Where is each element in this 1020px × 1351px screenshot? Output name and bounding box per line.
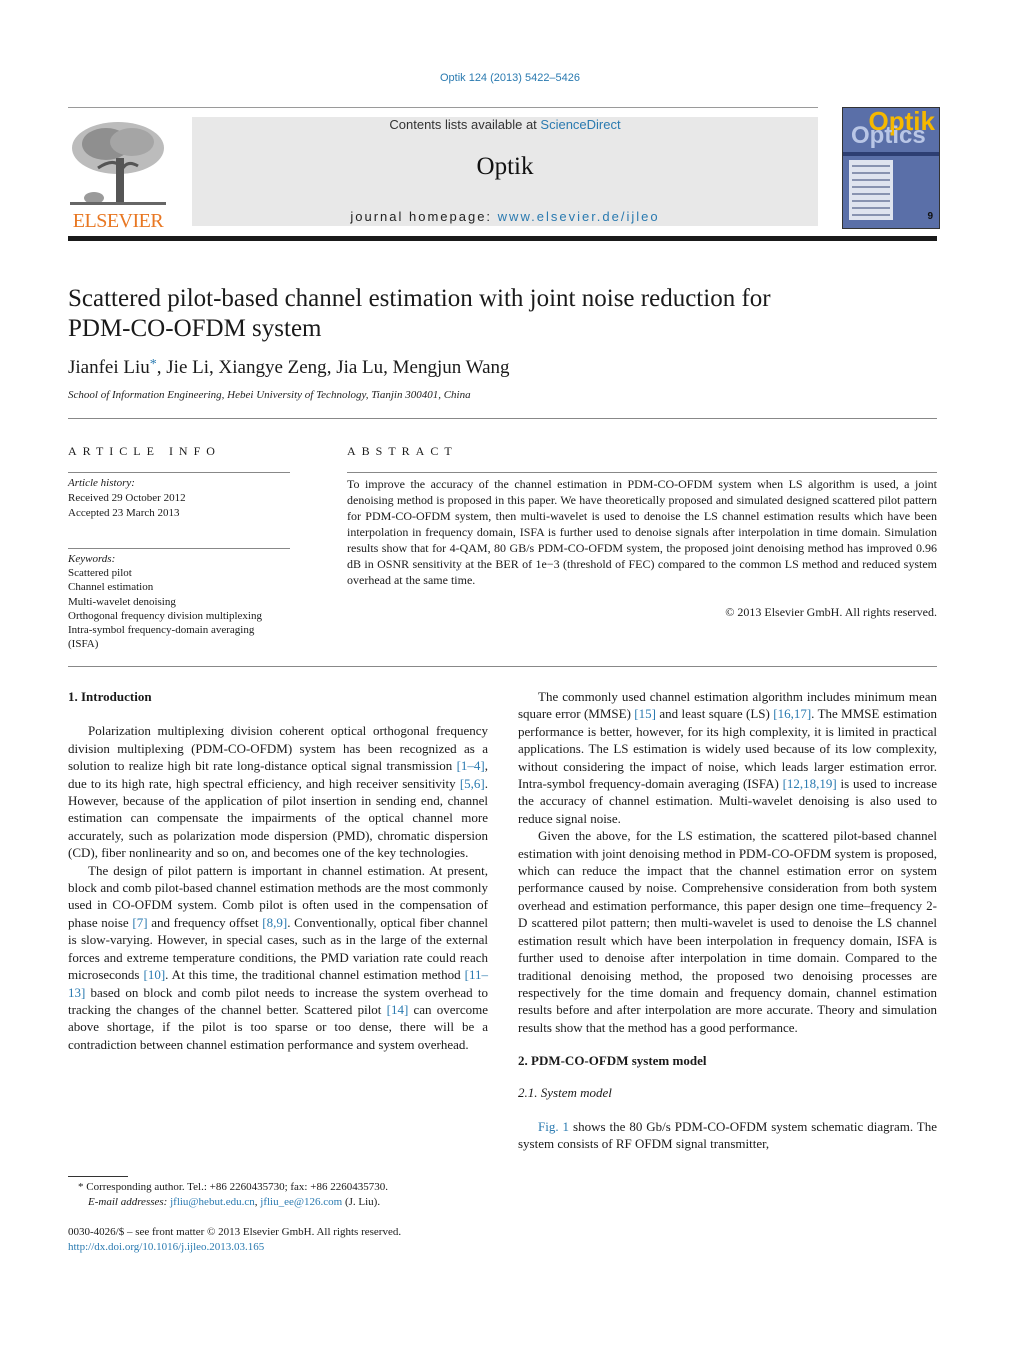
article-title: Scattered pilot-based channel estimation… xyxy=(68,284,928,344)
divider xyxy=(68,666,937,667)
author: Jie Li xyxy=(166,357,210,378)
keyword: (ISFA) xyxy=(68,638,99,651)
section-heading: 1. Introduction xyxy=(68,689,152,704)
elsevier-wordmark: ELSEVIER xyxy=(72,210,164,232)
citation-link[interactable]: [15] xyxy=(634,706,656,721)
divider xyxy=(68,472,290,473)
email-link[interactable]: jfliu_ee@126.com xyxy=(260,1196,342,1208)
keywords: Keywords: Scattered pilot Channel estima… xyxy=(68,552,298,651)
paragraph: The design of pilot pattern is important… xyxy=(68,862,488,1052)
homepage-line: journal homepage: www.elsevier.de/ijleo xyxy=(192,209,818,224)
received-date: Received 29 October 2012 xyxy=(68,492,186,504)
abstract-text: To improve the accuracy of the channel e… xyxy=(347,477,937,587)
header-divider xyxy=(68,236,937,241)
author: Xiangye Zeng xyxy=(218,357,327,378)
abstract-copyright: © 2013 Elsevier GmbH. All rights reserve… xyxy=(725,605,937,619)
keyword: Channel estimation xyxy=(68,581,154,594)
divider xyxy=(68,107,818,108)
divider xyxy=(68,418,937,419)
footnote-mark: * xyxy=(78,1181,84,1193)
cover-issue-number: 9 xyxy=(927,211,933,222)
body-column-right: The commonly used channel estimation alg… xyxy=(518,688,937,1153)
footnote: * Corresponding author. Tel.: +86 226043… xyxy=(78,1181,388,1208)
cover-title-bottom: Optics xyxy=(851,122,926,149)
abstract-heading: ABSTRACT xyxy=(347,444,458,458)
title-line-1: Scattered pilot-based channel estimation… xyxy=(68,285,771,312)
tree-icon xyxy=(70,122,166,205)
paragraph: Fig. 1 shows the 80 Gb/s PDM-CO-OFDM sys… xyxy=(518,1118,938,1152)
article-info-heading: ARTICLE INFO xyxy=(68,444,221,458)
journal-cover-image[interactable]: Optik Optics 9 xyxy=(842,107,940,229)
citation-link[interactable]: [8,9] xyxy=(262,915,287,930)
subsection-heading: 2.1. System model xyxy=(518,1084,612,1100)
issn-line: 0030-4026/$ – see front matter © 2013 El… xyxy=(68,1226,402,1238)
sciencedirect-link[interactable]: ScienceDirect xyxy=(540,117,620,132)
keyword: Scattered pilot xyxy=(68,567,132,580)
section-heading: 2. PDM-CO-OFDM system model xyxy=(518,1053,707,1069)
citation-link[interactable]: [10] xyxy=(143,967,165,982)
front-matter: 0030-4026/$ – see front matter © 2013 El… xyxy=(68,1225,401,1255)
author: Jianfei Liu xyxy=(68,357,150,378)
paragraph: The commonly used channel estimation alg… xyxy=(518,689,937,826)
author: Mengjun Wang xyxy=(392,357,510,378)
journal-banner: Contents lists available at ScienceDirec… xyxy=(192,117,818,226)
contents-line: Contents lists available at ScienceDirec… xyxy=(192,117,818,132)
accepted-date: Accepted 23 March 2013 xyxy=(68,507,180,519)
email-link[interactable]: jfliu@hebut.edu.cn xyxy=(170,1196,255,1208)
doi-link[interactable]: http://dx.doi.org/10.1016/j.ijleo.2013.0… xyxy=(68,1241,264,1253)
journal-citation[interactable]: Optik 124 (2013) 5422–5426 xyxy=(0,72,1020,84)
journal-name: Optik xyxy=(476,153,534,180)
title-line-2: PDM-CO-OFDM system xyxy=(68,315,322,342)
article-history: Article history: Received 29 October 201… xyxy=(68,476,186,521)
corresponding-author-note: Corresponding author. Tel.: +86 22604357… xyxy=(86,1181,388,1193)
paragraph: Given the above, for the LS estimation, … xyxy=(518,828,937,1035)
keyword: Orthogonal frequency division multiplexi… xyxy=(68,609,262,622)
email-label: E-mail addresses: xyxy=(88,1196,168,1208)
figure-link[interactable]: Fig. 1 xyxy=(538,1119,569,1134)
citation-link[interactable]: [16,17] xyxy=(773,706,811,721)
citation-link[interactable]: [7] xyxy=(132,915,147,930)
divider xyxy=(347,472,937,473)
cover-band xyxy=(843,152,939,156)
citation-link[interactable]: [1–4] xyxy=(457,758,485,773)
keyword: Intra-symbol frequency-domain averaging xyxy=(68,624,255,637)
author-list: Jianfei Liu*, Jie Li, Xiangye Zeng, Jia … xyxy=(68,357,510,378)
contents-prefix: Contents lists available at xyxy=(389,117,541,132)
paragraph: Polarization multiplexing division coher… xyxy=(68,723,488,861)
body-column-left: 1. Introduction Polarization multiplexin… xyxy=(68,688,488,1053)
history-label: Article history: xyxy=(68,477,135,489)
keywords-label: Keywords: xyxy=(68,553,116,565)
footnote-divider xyxy=(68,1176,128,1177)
homepage-link[interactable]: www.elsevier.de/ijleo xyxy=(498,209,660,224)
elsevier-logo[interactable]: ELSEVIER xyxy=(68,118,168,232)
keyword: Multi-wavelet denoising xyxy=(68,595,176,608)
citation-link[interactable]: [12,18,19] xyxy=(783,776,837,791)
corresponding-author-mark[interactable]: * xyxy=(150,357,157,372)
divider xyxy=(68,548,290,549)
cover-contents-box xyxy=(849,160,893,220)
citation-link[interactable]: [5,6] xyxy=(460,776,485,791)
affiliation: School of Information Engineering, Hebei… xyxy=(68,389,471,401)
homepage-prefix: journal homepage: xyxy=(350,209,498,224)
citation-link[interactable]: [14] xyxy=(387,1002,409,1017)
author: Jia Lu xyxy=(336,357,384,378)
